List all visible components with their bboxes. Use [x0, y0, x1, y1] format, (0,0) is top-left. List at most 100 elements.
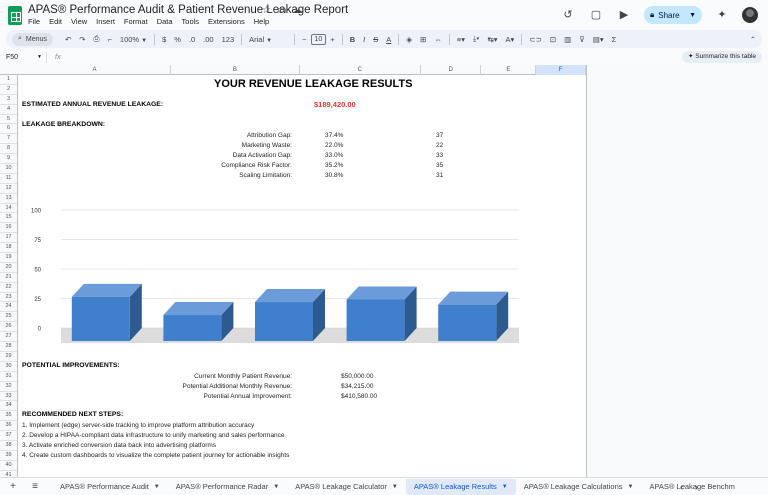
sheet-tab[interactable]: APAS® Leakage Results ▼ [405, 478, 516, 495]
row-header[interactable]: 38 [0, 441, 17, 451]
row-header[interactable]: 5 [0, 115, 17, 125]
chevron-down-icon[interactable]: ▼ [689, 12, 702, 19]
insert-chart-icon[interactable]: ▥ [560, 35, 575, 44]
column-header-e[interactable]: E [481, 65, 537, 75]
chevron-down-icon[interactable]: ▼ [502, 479, 508, 495]
chevron-down-icon[interactable]: ▼ [628, 479, 634, 495]
font-size-input[interactable]: 10 [310, 33, 327, 45]
bar-top[interactable] [163, 302, 234, 316]
decrease-decimal-button[interactable]: .0 [185, 35, 199, 44]
number-format-button[interactable]: 123 [218, 35, 239, 44]
menu-help[interactable]: Help [254, 17, 269, 26]
text-wrap-icon[interactable]: ↹▾ [483, 35, 501, 44]
row-header[interactable]: 32 [0, 382, 17, 392]
sheet-grid[interactable]: ABCDEF 1 2 3 4 5 6 7 8 9 10 11 12 13 14 15 16 17 18 19 20 21… [0, 65, 768, 477]
menu-extensions[interactable]: Extensions [208, 17, 245, 26]
column-header-d[interactable]: D [421, 65, 482, 75]
row-header[interactable]: 8 [0, 144, 17, 155]
increase-decimal-button[interactable]: .00 [199, 35, 217, 44]
sheet-tab[interactable]: APAS® Performance Radar ▼ [168, 479, 287, 495]
row-header[interactable]: 35 [0, 411, 17, 422]
bar[interactable] [438, 304, 497, 341]
menu-file[interactable]: File [28, 17, 40, 26]
star-icon[interactable]: ☆ [262, 5, 271, 16]
leakage-bar-chart[interactable]: 0255075100Attribution Gap:Marketing Wast… [19, 193, 586, 343]
bar-top[interactable] [346, 286, 417, 300]
row-header[interactable]: 2 [0, 85, 17, 95]
row-header[interactable]: 40 [0, 461, 17, 471]
column-header-b[interactable]: B [171, 65, 300, 75]
vertical-align-icon[interactable]: ⤓▾ [469, 34, 483, 44]
row-header[interactable]: 7 [0, 134, 17, 145]
all-sheets-icon[interactable]: ≡ [26, 481, 44, 492]
bar-top[interactable] [438, 291, 509, 305]
row-header[interactable]: 34 [0, 401, 17, 412]
gemini-sparkle-icon[interactable]: ✦ [714, 7, 730, 23]
comment-icon[interactable]: ▢ [588, 7, 604, 23]
bar[interactable] [346, 299, 405, 341]
menus-search[interactable]: ⌕ Menus [12, 32, 53, 46]
menu-tools[interactable]: Tools [182, 17, 200, 26]
font-size-increase-button[interactable]: + [326, 35, 338, 44]
row-header[interactable]: 18 [0, 243, 17, 254]
row-header[interactable]: 9 [0, 154, 17, 165]
collapse-toolbar-icon[interactable]: ⌃ [746, 35, 762, 44]
print-icon[interactable]: ⎙ [90, 34, 104, 44]
row-header[interactable]: 39 [0, 451, 17, 461]
bar-top[interactable] [71, 283, 142, 297]
row-header[interactable]: 31 [0, 372, 17, 382]
italic-button[interactable]: I [359, 35, 369, 44]
chevron-right-icon[interactable]: › [695, 482, 698, 492]
row-header[interactable]: 17 [0, 233, 17, 244]
percent-format-button[interactable]: % [170, 35, 185, 44]
text-color-button[interactable]: A [382, 35, 395, 44]
bold-button[interactable]: B [346, 35, 359, 44]
menu-data[interactable]: Data [157, 17, 173, 26]
row-header[interactable]: 23 [0, 293, 17, 303]
column-header-c[interactable]: C [300, 65, 421, 75]
filter-icon[interactable]: ⊽ [575, 35, 589, 44]
row-header[interactable]: 36 [0, 421, 17, 432]
row-header[interactable]: 30 [0, 362, 17, 372]
sheet-tab[interactable]: APAS® Performance Audit ▼ [52, 479, 168, 495]
font-select[interactable]: Arial ▼ [245, 35, 291, 44]
menu-insert[interactable]: Insert [96, 17, 115, 26]
column-header-f[interactable]: F [536, 65, 586, 75]
undo-icon[interactable]: ↶ [61, 35, 75, 44]
sheets-logo-icon[interactable] [8, 6, 22, 25]
bar[interactable] [71, 296, 130, 341]
menu-format[interactable]: Format [124, 17, 148, 26]
cloud-status-icon[interactable]: ☁ [292, 5, 302, 16]
paint-format-icon[interactable]: ⌐ [104, 35, 116, 44]
row-header[interactable]: 1 [0, 75, 17, 85]
sheet-tab[interactable]: APAS® Leakage Calculator ▼ [287, 479, 406, 495]
row-header[interactable]: 14 [0, 204, 17, 214]
row-header[interactable]: 15 [0, 213, 17, 224]
row-header[interactable]: 4 [0, 105, 17, 115]
row-header[interactable]: 11 [0, 174, 17, 184]
avatar[interactable] [742, 7, 758, 23]
bar-top[interactable] [255, 289, 325, 303]
row-header[interactable]: 10 [0, 164, 17, 174]
insert-link-icon[interactable]: ⊂⊃ [525, 35, 546, 44]
chevron-down-icon[interactable]: ▼ [273, 479, 279, 495]
bar[interactable] [255, 302, 313, 341]
borders-icon[interactable]: ⊞ [416, 35, 430, 44]
bar[interactable] [163, 315, 222, 341]
share-button[interactable]: 🔒︎ Share ▼ [644, 6, 702, 24]
move-folder-icon[interactable]: ▭ [277, 5, 286, 16]
functions-icon[interactable]: Σ [608, 35, 621, 44]
menu-edit[interactable]: Edit [49, 17, 62, 26]
strikethrough-button[interactable]: S [369, 35, 382, 44]
row-header[interactable]: 20 [0, 263, 17, 273]
row-header[interactable]: 33 [0, 392, 17, 402]
row-header[interactable]: 26 [0, 322, 17, 333]
row-header[interactable]: 29 [0, 352, 17, 362]
font-size-decrease-button[interactable]: − [298, 35, 310, 44]
row-header[interactable]: 21 [0, 273, 17, 283]
merge-cells-icon[interactable]: ⇔ [430, 35, 446, 44]
row-header[interactable]: 28 [0, 342, 17, 352]
vertical-scrollbar[interactable] [759, 65, 768, 477]
chevron-left-icon[interactable]: ‹ [680, 482, 683, 492]
name-box[interactable]: F50 ▼ [0, 54, 46, 61]
